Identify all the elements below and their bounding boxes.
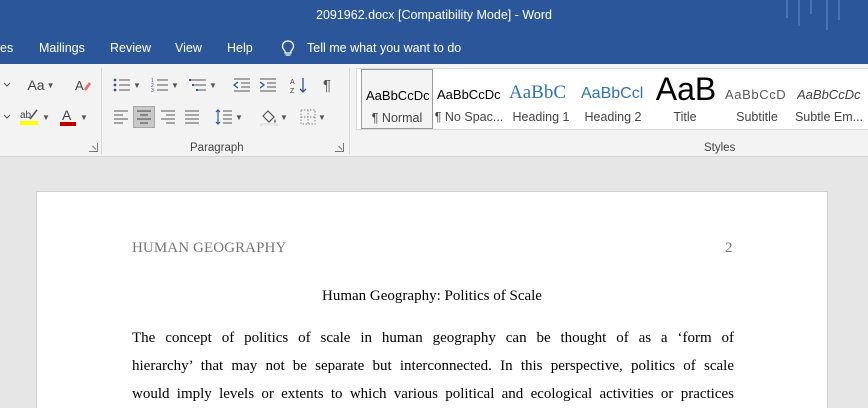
title-bar: 2091962.docx [Compatibility Mode] - Word xyxy=(0,0,868,34)
group-separator xyxy=(349,68,350,154)
font-color-button[interactable]: A ▼ xyxy=(56,106,90,128)
tab-mailings[interactable]: Mailings xyxy=(39,41,85,55)
title-bar-decoration xyxy=(786,0,846,34)
increase-indent-icon xyxy=(259,78,276,92)
justify-icon xyxy=(185,110,199,124)
bullets-button[interactable]: ▼ xyxy=(110,74,144,96)
sort-button[interactable]: AZ xyxy=(288,74,310,96)
document-page[interactable]: HUMAN GEOGRAPHY 2 Human Geography: Polit… xyxy=(36,191,828,408)
tab-view[interactable]: View xyxy=(175,41,202,55)
style-name: Subtle Em... xyxy=(794,110,864,124)
align-center-button[interactable] xyxy=(133,106,155,128)
style-name: Heading 2 xyxy=(584,110,642,124)
window-title: 2091962.docx [Compatibility Mode] - Word xyxy=(316,8,552,22)
numbering-button[interactable]: 123 ▼ xyxy=(148,74,182,96)
style-sample: AaB xyxy=(655,71,717,107)
text-effects-fragment[interactable] xyxy=(2,106,12,128)
align-right-icon xyxy=(161,110,175,124)
change-case-button[interactable]: Aa ▼ xyxy=(26,74,56,96)
align-left-button[interactable] xyxy=(110,106,132,128)
paragraph-dialog-launcher[interactable] xyxy=(335,143,344,152)
paint-bucket-icon xyxy=(260,110,278,126)
line-spacing-icon xyxy=(215,109,233,125)
style-heading-2[interactable]: AaBbCcl Heading 2 xyxy=(577,69,649,129)
style-subtle-emphasis[interactable]: AaBbCcDc Subtle Em... xyxy=(793,69,865,129)
svg-text:A: A xyxy=(290,79,295,86)
multilevel-list-button[interactable]: ▼ xyxy=(186,74,220,96)
align-right-button[interactable] xyxy=(157,106,179,128)
highlight-color-button[interactable]: ab ▼ xyxy=(16,106,52,128)
styles-group-label: Styles xyxy=(704,142,736,154)
style-name: ¶ Normal xyxy=(371,111,423,125)
style-normal[interactable]: AaBbCcDc ¶ Normal xyxy=(361,69,433,129)
body-text-line: hierarchy’ that may not be separate but … xyxy=(132,358,734,374)
align-left-icon xyxy=(114,110,128,124)
style-name: Subtitle xyxy=(736,110,778,124)
style-name: Title xyxy=(673,110,697,124)
svg-text:A: A xyxy=(75,78,84,93)
multilevel-list-icon xyxy=(189,79,207,91)
highlighter-icon: ab xyxy=(20,109,39,125)
font-color-icon: A xyxy=(60,107,77,126)
show-formatting-button[interactable]: ¶ xyxy=(316,74,338,96)
numbered-list-icon: 123 xyxy=(151,78,169,93)
tab-review[interactable]: Review xyxy=(110,41,151,55)
borders-button[interactable]: ▼ xyxy=(296,106,330,128)
body-text-line: The concept of politics of scale in huma… xyxy=(132,330,734,346)
document-title: Human Geography: Politics of Scale xyxy=(322,288,542,304)
sort-icon: AZ xyxy=(290,78,307,94)
body-text-line: would imply levels or extents to which v… xyxy=(132,386,734,402)
lightbulb-icon xyxy=(281,40,295,56)
shrink-font-fragment[interactable] xyxy=(2,74,12,96)
align-center-icon xyxy=(137,110,151,124)
eraser-icon: A xyxy=(75,78,91,93)
shading-button[interactable]: ▼ xyxy=(257,106,291,128)
font-dialog-launcher[interactable] xyxy=(89,143,98,152)
style-sample: AaBbC xyxy=(509,82,566,103)
ribbon: Aa ▼ A ab ▼ A ▼ ▼ 123 ▼ ▼ A Z ¶ ▼ ▼ ▼ Pa… xyxy=(0,64,868,157)
styles-gallery: AaBbCcDc ¶ Normal AaBbCcDc ¶ No Spac... … xyxy=(356,68,868,130)
svg-text:ab: ab xyxy=(20,110,32,121)
change-case-label: Aa xyxy=(27,77,45,93)
style-heading-1[interactable]: AaBbC Heading 1 xyxy=(505,69,577,129)
running-head: HUMAN GEOGRAPHY xyxy=(132,240,287,256)
tab-references[interactable]: es xyxy=(0,41,13,55)
style-no-spacing[interactable]: AaBbCcDc ¶ No Spac... xyxy=(433,69,505,129)
decrease-indent-icon xyxy=(233,78,250,92)
style-title[interactable]: AaB Title xyxy=(649,69,721,129)
increase-indent-button[interactable] xyxy=(256,74,280,96)
svg-text:Z: Z xyxy=(290,88,295,94)
svg-text:A: A xyxy=(62,107,72,123)
svg-text:3: 3 xyxy=(151,88,154,93)
page-number: 2 xyxy=(725,240,733,256)
paragraph-group-label: Paragraph xyxy=(190,142,244,154)
bullet-list-icon xyxy=(113,78,131,92)
tell-me-search[interactable]: Tell me what you want to do xyxy=(307,41,461,55)
decrease-indent-button[interactable] xyxy=(230,74,254,96)
style-subtitle[interactable]: AaBbCcD Subtitle xyxy=(721,69,793,129)
pilcrow-icon: ¶ xyxy=(322,76,332,94)
group-separator xyxy=(101,68,102,154)
style-name: Heading 1 xyxy=(512,110,570,124)
tab-help[interactable]: Help xyxy=(227,41,253,55)
clear-formatting-button[interactable]: A xyxy=(72,74,94,96)
style-sample: AaBbCcl xyxy=(581,85,644,102)
style-name: ¶ No Spac... xyxy=(434,110,504,124)
line-spacing-button[interactable]: ▼ xyxy=(212,106,246,128)
borders-icon xyxy=(300,109,316,125)
justify-button[interactable] xyxy=(181,106,203,128)
ribbon-tabs: es Mailings Review View Help Tell me wha… xyxy=(0,34,868,64)
